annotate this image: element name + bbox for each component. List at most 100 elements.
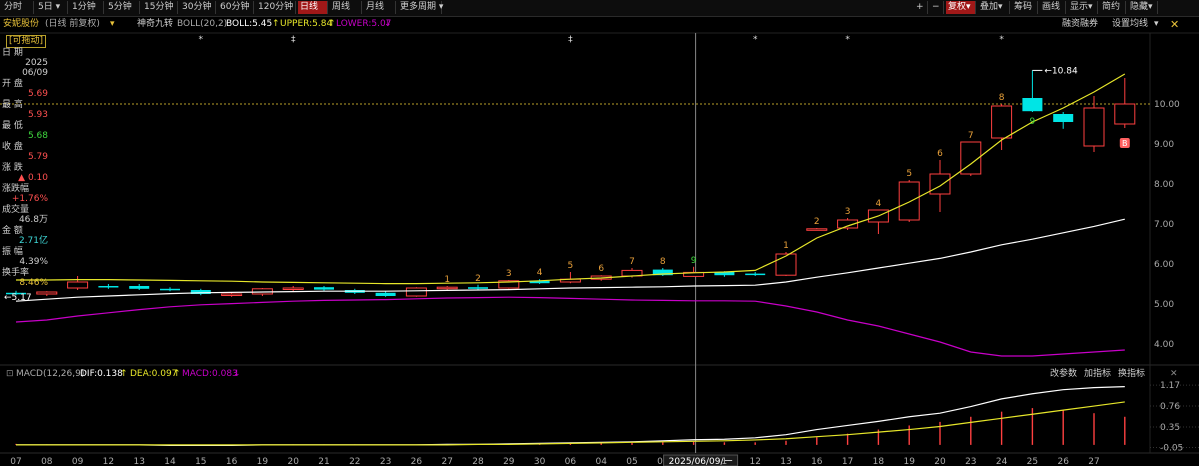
quote-value: 8.46% bbox=[19, 278, 48, 288]
date-axis-label: 26 bbox=[411, 457, 423, 466]
date-axis-label: 05 bbox=[626, 457, 637, 466]
date-axis-label: 17 bbox=[842, 457, 853, 466]
candle-body bbox=[98, 286, 119, 288]
date-axis-label: 21 bbox=[318, 457, 329, 466]
candle-body bbox=[1022, 98, 1043, 112]
candle-body bbox=[929, 173, 951, 195]
price-axis-label: 7.00 bbox=[1154, 220, 1174, 230]
macd-axis-label: 0.35 bbox=[1160, 423, 1180, 433]
candle-body bbox=[806, 228, 828, 231]
date-axis-label: 04 bbox=[595, 457, 607, 466]
date-axis-label: 13 bbox=[133, 457, 144, 466]
date-axis-label: 27 bbox=[1088, 457, 1099, 466]
dif-line bbox=[16, 386, 1125, 446]
date-axis-label: 18 bbox=[873, 457, 885, 466]
macd-info-bar: ⊡ MACD(12,26,9) DIF:0.138 ↑ DEA:0.097 ↑ … bbox=[0, 367, 1199, 381]
price-axis-label: 8.00 bbox=[1154, 180, 1174, 190]
date-axis-label: 16 bbox=[226, 457, 238, 466]
date-axis-label: 30 bbox=[534, 457, 546, 466]
boll-upper-line bbox=[16, 73, 1126, 285]
dea-value: DEA:0.097 bbox=[130, 369, 178, 379]
nine-turn-count: 7 bbox=[968, 131, 974, 141]
nine-turn-count: 3 bbox=[506, 269, 512, 279]
nine-turn-count: 2 bbox=[814, 217, 820, 227]
dif-value: DIF:0.138 bbox=[80, 369, 123, 379]
buy-signal-label: B bbox=[1122, 139, 1128, 148]
candle-body bbox=[129, 286, 150, 289]
switch-indicator-button[interactable]: 换指标 bbox=[1118, 367, 1145, 381]
date-axis-label: 20 bbox=[934, 457, 946, 466]
kline-chart[interactable]: 1 2 3 45 67 8 9123456789* ‡ ‡ * * *←10.84←5.17B 10.… bbox=[0, 0, 1199, 466]
star-marker-icon: ‡ bbox=[291, 35, 296, 45]
date-axis-label: 20 bbox=[287, 457, 299, 466]
date-axis-label: 23 bbox=[380, 457, 391, 466]
nine-turn-count: 5 bbox=[906, 169, 912, 179]
nine-turn-count: 3 bbox=[845, 207, 851, 217]
nine-turn-count: 9 bbox=[1030, 117, 1036, 127]
date-axis-label: 19 bbox=[903, 457, 915, 466]
date-axis-label: 07 bbox=[10, 457, 21, 466]
down-arrow-icon: ↓ bbox=[233, 369, 241, 379]
candle-body bbox=[1083, 107, 1105, 147]
price-axis-label: 5.00 bbox=[1154, 300, 1174, 310]
candle-body bbox=[991, 105, 1013, 139]
macd-title: MACD(12,26,9) bbox=[16, 369, 85, 379]
macd-axis-label: 1.17 bbox=[1160, 381, 1180, 391]
low-price-label: ←5.17 bbox=[4, 293, 32, 303]
price-axis-label: 10.00 bbox=[1154, 100, 1180, 110]
date-axis-label: 24 bbox=[996, 457, 1008, 466]
candle-body bbox=[898, 181, 920, 221]
star-marker-icon: * bbox=[753, 35, 758, 45]
candle-body bbox=[67, 281, 89, 289]
nine-turn-count: 7 bbox=[629, 257, 635, 267]
star-marker-icon: * bbox=[199, 35, 204, 45]
date-axis-label: 08 bbox=[41, 457, 53, 466]
nine-turn-count: 1 bbox=[783, 241, 789, 251]
price-axis-label: 9.00 bbox=[1154, 140, 1174, 150]
nine-turn-count: 8 bbox=[999, 93, 1005, 103]
date-axis-label: 16 bbox=[811, 457, 823, 466]
date-axis-label: 27 bbox=[441, 457, 452, 466]
star-marker-icon: * bbox=[845, 35, 850, 45]
candle-body bbox=[436, 286, 458, 290]
change-params-button[interactable]: 改参数 bbox=[1050, 367, 1077, 381]
candle-body bbox=[405, 287, 427, 297]
candle-body bbox=[1114, 103, 1136, 125]
macd-value: MACD:0.083 bbox=[182, 369, 238, 379]
macd-axis-label: -0.05 bbox=[1160, 443, 1183, 453]
expand-icon[interactable]: ⊡ bbox=[6, 367, 14, 381]
date-axis-label: 15 bbox=[195, 457, 206, 466]
candle-body bbox=[221, 293, 243, 296]
date-axis-label: 25 bbox=[1027, 457, 1038, 466]
nine-turn-count: 6 bbox=[598, 264, 604, 274]
candle-body bbox=[468, 287, 488, 289]
date-axis-label: 28 bbox=[472, 457, 484, 466]
candle-body bbox=[1053, 114, 1074, 122]
nine-turn-count: 6 bbox=[937, 149, 943, 159]
add-indicator-button[interactable]: 加指标 bbox=[1084, 367, 1111, 381]
nine-turn-count: 1 bbox=[444, 275, 450, 285]
up-arrow-icon: ↑ bbox=[173, 369, 181, 379]
candle-body bbox=[36, 291, 58, 295]
date-axis-label: 14 bbox=[164, 457, 176, 466]
candle-body bbox=[282, 287, 304, 290]
nine-turn-count: 9 bbox=[691, 256, 697, 266]
nine-turn-count: 5 bbox=[568, 261, 574, 271]
date-axis-label: 1 bbox=[722, 457, 728, 466]
macd-axis-label: 0.76 bbox=[1160, 402, 1180, 412]
up-arrow-icon: ↑ bbox=[120, 369, 128, 379]
price-axis-label: 4.00 bbox=[1154, 340, 1174, 350]
nine-turn-count: 4 bbox=[537, 268, 543, 278]
nine-turn-count: 2 bbox=[475, 274, 481, 284]
date-axis-label: 12 bbox=[103, 457, 114, 466]
nine-turn-count: 8 bbox=[660, 257, 666, 267]
date-axis-label: 19 bbox=[257, 457, 269, 466]
close-icon[interactable]: ✕ bbox=[1170, 367, 1178, 381]
star-marker-icon: ‡ bbox=[568, 35, 573, 45]
date-axis-label: 29 bbox=[503, 457, 515, 466]
dea-line bbox=[16, 401, 1125, 446]
candle-body bbox=[745, 273, 766, 276]
nine-turn-count: 4 bbox=[876, 199, 882, 209]
date-axis-label: 23 bbox=[965, 457, 976, 466]
price-axis-label: 6.00 bbox=[1154, 260, 1174, 270]
